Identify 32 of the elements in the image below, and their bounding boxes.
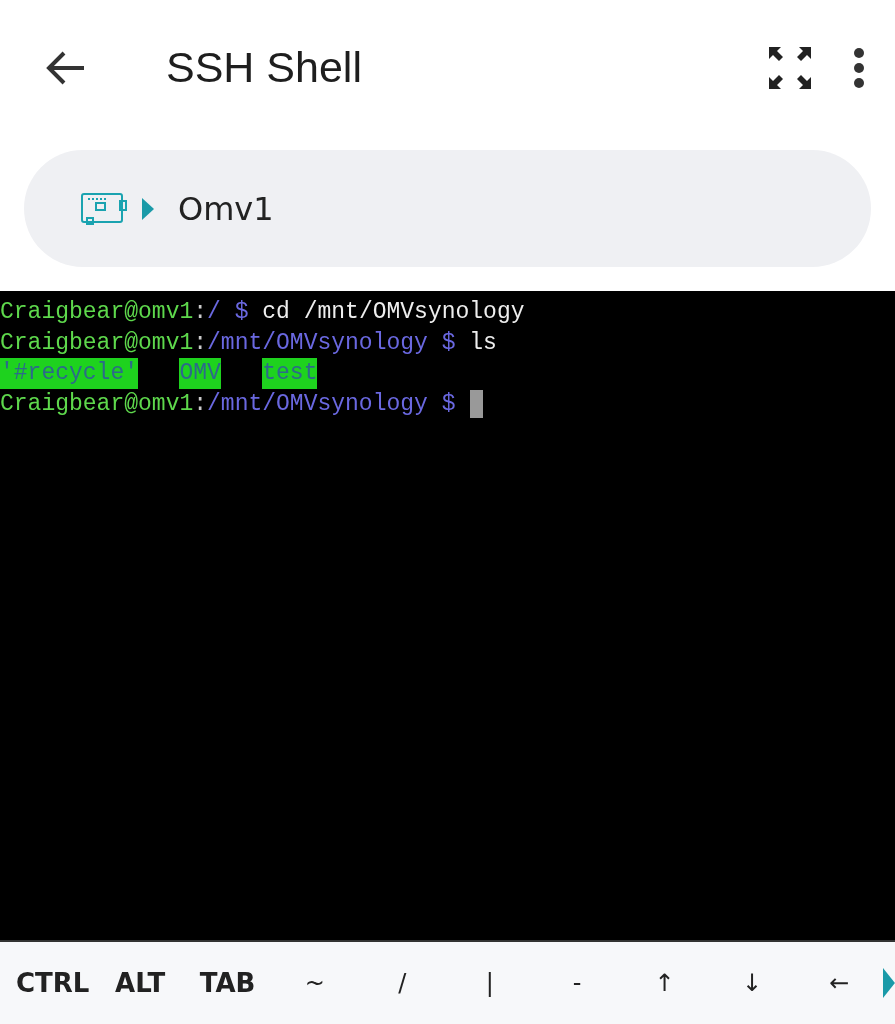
key-button[interactable]: ~ (271, 969, 359, 997)
key-button[interactable]: ← (795, 969, 884, 997)
key-button[interactable]: / (358, 969, 447, 997)
prompt-path: / $ (207, 298, 249, 327)
key-button[interactable]: ALT (96, 968, 184, 998)
host-name[interactable]: Omv1 (178, 189, 274, 228)
circuit-board-icon (80, 190, 128, 227)
prompt-separator: : (193, 389, 208, 419)
key-button[interactable]: ↓ (708, 969, 796, 997)
command-text: ls (468, 328, 497, 358)
command-text: cd /mnt/OMVsynology (261, 298, 525, 327)
key-button[interactable]: CTRL (9, 968, 97, 998)
caret-icon[interactable] (883, 968, 895, 998)
prompt-path: /mnt/OMVsynology $ (207, 389, 456, 419)
menu-icon[interactable] (853, 47, 865, 88)
caret-icon (142, 197, 154, 220)
key-button[interactable]: TAB (183, 968, 272, 998)
prompt-user: Craigbear@omv1 (0, 389, 194, 419)
prompt-path: /mnt/OMVsynology $ (207, 328, 456, 358)
key-button[interactable]: - (533, 969, 621, 997)
directory-name: OMV (179, 358, 221, 389)
key-button[interactable]: ↑ (620, 969, 709, 997)
prompt-user: Craigbear@omv1 (0, 298, 194, 327)
directory-name: test (262, 358, 318, 389)
prompt-separator: : (193, 298, 208, 327)
directory-name: '#recycle' (0, 358, 139, 389)
prompt-user: Craigbear@omv1 (0, 328, 194, 358)
prompt-separator: : (193, 328, 208, 358)
app-title: SSH Shell (166, 43, 363, 92)
terminal[interactable]: Craigbear@omv1:/ $ cd /mnt/OMVsynology Craigbear@omv1:/mnt/OMVsynology $ ls '#recycle' OMV test Craigbear@omv1:/mnt/OMVsynology $ (0, 291, 895, 940)
fullscreen-icon[interactable] (767, 44, 813, 91)
key-button[interactable]: | (446, 969, 534, 997)
